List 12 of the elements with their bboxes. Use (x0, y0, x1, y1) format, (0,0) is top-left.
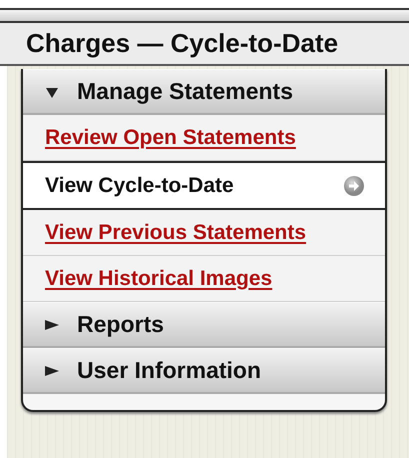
triangle-right-icon (45, 318, 59, 330)
triangle-down-icon (45, 86, 59, 98)
section-header[interactable]: Manage Statements (23, 69, 385, 115)
menu-link[interactable]: View Historical Images (23, 256, 385, 302)
section-header[interactable]: Reports (23, 302, 385, 348)
arrow-circle-icon (343, 174, 365, 196)
section-header[interactable]: User Information (23, 348, 385, 394)
menu-link[interactable]: Review Open Statements (23, 115, 385, 161)
menu-link[interactable]: View Cycle-to-Date (23, 161, 385, 210)
page-title: Charges — Cycle-to-Date (0, 23, 409, 66)
menu-link[interactable]: View Previous Statements (23, 210, 385, 256)
triangle-right-icon (45, 364, 59, 376)
